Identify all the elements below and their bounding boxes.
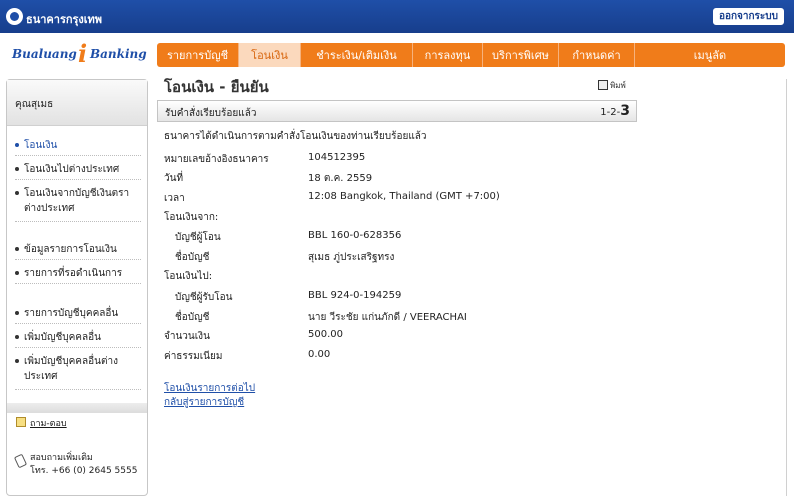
main-navigation: รายการบัญชี โอนเงิน ชำระเงิน/เติมเงิน กา… [157, 43, 785, 67]
sidebar-item-label: เพิ่มบัญชีบุคคลอื่นต่างประเทศ [24, 356, 118, 382]
sidebar-item-label: รายการที่รอดำเนินการ [24, 268, 123, 279]
bank-logo-icon [6, 8, 23, 25]
contact-info: สอบถามเพิ่มเติม โทร. +66 (0) 2645 5555 [13, 452, 138, 478]
printer-icon [598, 80, 608, 90]
from-account-label: บัญชีผู้โอน [175, 232, 221, 243]
sidebar-item-international-transfer[interactable]: โอนเงินไปต่างประเทศ [15, 162, 141, 180]
sidebar-item-label: เพิ่มบัญชีบุคคลอื่น [24, 332, 101, 343]
sidebar-item-third-party-list[interactable]: รายการบัญชีบุคคลอื่น [15, 306, 141, 324]
from-account-name-value: สุเมธ ภู่ประเสริฐทรง [308, 252, 395, 263]
step-indicator: 1-2-3 [600, 103, 630, 119]
contact-line-2: โทร. +66 (0) 2645 5555 [30, 466, 138, 476]
tab-settings[interactable]: กำหนดค่า [559, 43, 635, 67]
bullet-icon [15, 247, 19, 251]
to-account-name-label: ชื่อบัญชี [175, 312, 210, 323]
faq-icon [16, 417, 26, 427]
to-account-label: บัญชีผู้รับโอน [175, 292, 233, 303]
status-text: รับคำสั่งเรียบร้อยแล้ว [165, 108, 257, 119]
amount-label: จำนวนเงิน [164, 331, 210, 342]
faq-label: ถาม-ตอบ [30, 419, 67, 429]
logout-button[interactable]: ออกจากระบบ [712, 8, 784, 25]
status-bar: รับคำสั่งเรียบร้อยแล้ว 1-2-3 [157, 100, 637, 122]
confirmation-message: ธนาคารได้ดำเนินการตามคำสั่งโอนเงินของท่า… [164, 131, 427, 142]
step-prefix: 1-2- [600, 107, 621, 118]
sidebar-item-label: รายการบัญชีบุคคลอื่น [24, 308, 119, 319]
transfer-next-link[interactable]: โอนเงินรายการต่อไป [164, 381, 255, 396]
sidebar-divider [7, 403, 147, 413]
bullet-icon [15, 271, 19, 275]
time-value: 12:08 Bangkok, Thailand (GMT +7:00) [308, 191, 500, 202]
bullet-icon [15, 167, 19, 171]
faq-link[interactable]: ถาม-ตอบ [16, 416, 67, 430]
tab-shortcut-menu[interactable]: เมนูลัด [635, 43, 785, 67]
from-account-value: BBL 160-0-628356 [308, 230, 402, 241]
reference-number-value: 104512395 [308, 152, 366, 163]
sidebar-user-name: คุณสุเมธ [7, 80, 147, 126]
date-label: วันที่ [164, 173, 184, 184]
sidebar-item-fcd-transfer[interactable]: โอนเงินจากบัญชีเงินตราต่างประเทศ [15, 186, 141, 222]
sidebar-item-pending[interactable]: รายการที่รอดำเนินการ [15, 266, 141, 284]
fee-value: 0.00 [308, 349, 331, 360]
reference-number-label: หมายเลขอ้างอิงธนาคาร [164, 154, 269, 165]
transfer-from-heading: โอนเงินจาก: [164, 212, 219, 223]
contact-line-1: สอบถามเพิ่มเติม [30, 453, 93, 463]
to-account-name-value: นาย วีระชัย แก่นภักดี / VEERACHAI [308, 312, 467, 323]
sidebar: คุณสุเมธ โอนเงิน โอนเงินไปต่างประเทศ โอน… [6, 79, 148, 496]
top-header-bar: ธนาคารกรุงเทพ ออกจากระบบ [0, 0, 794, 33]
amount-value: 500.00 [308, 329, 343, 340]
sidebar-item-transfer-info[interactable]: ข้อมูลรายการโอนเงิน [15, 242, 141, 260]
time-label: เวลา [164, 193, 185, 204]
tab-payment-topup[interactable]: ชำระเงิน/เติมเงิน [301, 43, 413, 67]
brand-text-i: i [78, 39, 88, 68]
sidebar-item-label: ข้อมูลรายการโอนเงิน [24, 244, 117, 255]
bullet-icon [15, 335, 19, 339]
bullet-icon [15, 311, 19, 315]
brand-text-banking: Banking [90, 47, 147, 61]
tab-transfer[interactable]: โอนเงิน [239, 43, 301, 67]
tab-special-services[interactable]: บริการพิเศษ [483, 43, 559, 67]
sidebar-item-label: โอนเงิน [24, 140, 58, 151]
to-account-value: BBL 924-0-194259 [308, 290, 402, 301]
print-label: พิมพ์ [610, 81, 626, 90]
brand-text-bualuang: Bualuang [12, 47, 77, 61]
print-button[interactable]: พิมพ์ [598, 79, 626, 92]
bualuang-ibanking-logo: Bualuang i Banking [12, 39, 147, 68]
tab-accounts[interactable]: รายการบัญชี [157, 43, 239, 67]
step-current: 3 [620, 103, 630, 119]
date-value: 18 ต.ค. 2559 [308, 173, 373, 184]
from-account-name-label: ชื่อบัญชี [175, 252, 210, 263]
transfer-to-heading: โอนเงินไป: [164, 271, 213, 282]
sidebar-item-label: โอนเงินจากบัญชีเงินตราต่างประเทศ [24, 188, 130, 214]
sidebar-item-label: โอนเงินไปต่างประเทศ [24, 164, 120, 175]
content-right-border [786, 79, 787, 496]
sidebar-item-add-overseas-third-party[interactable]: เพิ่มบัญชีบุคคลอื่นต่างประเทศ [15, 354, 141, 390]
bank-name: ธนาคารกรุงเทพ [26, 13, 103, 26]
fee-label: ค่าธรรมเนียม [164, 351, 223, 362]
bullet-icon [15, 143, 19, 147]
sidebar-item-add-third-party[interactable]: เพิ่มบัญชีบุคคลอื่น [15, 330, 141, 348]
sidebar-item-transfer[interactable]: โอนเงิน [15, 138, 141, 156]
back-to-accounts-link[interactable]: กลับสู่รายการบัญชี [164, 395, 244, 410]
bullet-icon [15, 191, 19, 195]
bullet-icon [15, 359, 19, 363]
page-title: โอนเงิน - ยืนยัน [164, 78, 269, 96]
tab-investment[interactable]: การลงทุน [413, 43, 483, 67]
